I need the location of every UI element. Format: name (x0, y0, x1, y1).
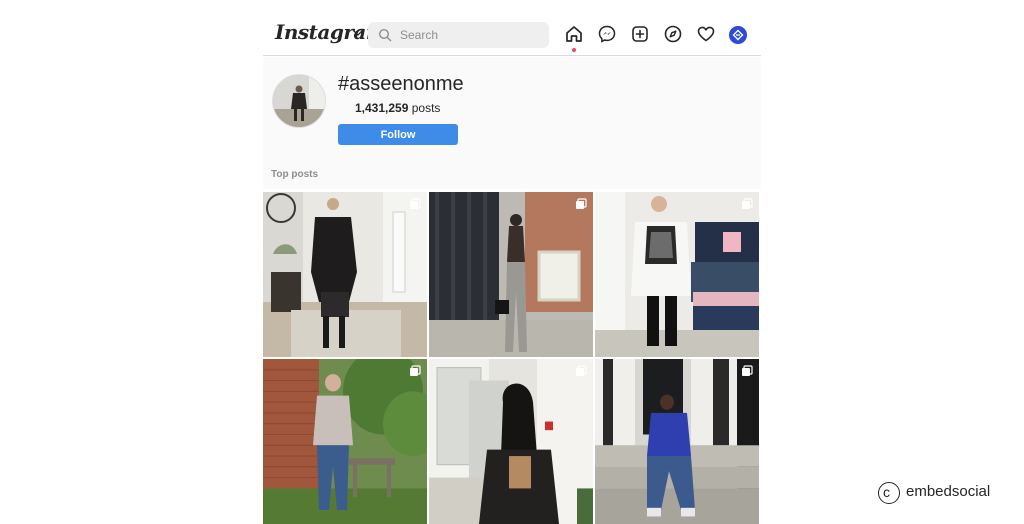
activity-heart-icon[interactable] (696, 24, 716, 44)
post-tile[interactable] (429, 359, 593, 524)
post-image (595, 359, 759, 524)
post-tile[interactable] (429, 192, 593, 357)
brand-name: embedsocial (906, 483, 991, 500)
multiple-photos-icon (742, 365, 753, 376)
post-image (429, 359, 593, 524)
profile-avatar-icon[interactable] (729, 26, 747, 44)
post-count-number: 1,431,259 (355, 101, 409, 115)
search-icon (378, 28, 392, 42)
multiple-photos-icon (576, 198, 587, 209)
top-navigation-bar: Instagram (263, 14, 761, 56)
post-image (429, 192, 593, 357)
hashtag-avatar (272, 74, 326, 128)
hashtag-title: #asseenonme (338, 73, 464, 95)
multiple-photos-icon (410, 198, 421, 209)
search-box[interactable] (368, 22, 549, 48)
top-posts-grid (263, 192, 761, 524)
post-tile[interactable] (595, 192, 759, 357)
follow-button[interactable]: Follow (338, 124, 458, 145)
page: Instagram Search #asseenonme 1,431,259 p… (0, 0, 1024, 524)
hashtag-avatar-image (273, 75, 325, 127)
multiple-photos-icon (742, 198, 753, 209)
multiple-photos-icon (410, 365, 421, 376)
search-input[interactable] (400, 25, 540, 45)
messenger-icon[interactable] (597, 24, 617, 44)
post-count-suffix: posts (408, 101, 441, 115)
post-tile[interactable] (263, 192, 427, 357)
new-post-icon[interactable] (630, 24, 650, 44)
home-icon[interactable] (564, 24, 584, 44)
multiple-photos-icon (576, 365, 587, 376)
post-image (263, 359, 427, 524)
post-count: 1,431,259 posts (355, 101, 440, 115)
post-image (595, 192, 759, 357)
explore-icon[interactable] (663, 24, 683, 44)
hashtag-header: #asseenonme 1,431,259 posts Follow Top p… (263, 57, 761, 189)
post-tile[interactable] (263, 359, 427, 524)
notification-dot (572, 48, 576, 52)
post-tile[interactable] (595, 359, 759, 524)
copyright-symbol: c (883, 484, 890, 500)
post-image (263, 192, 427, 357)
top-posts-label: Top posts (271, 169, 319, 180)
chevron-down-icon[interactable] (353, 28, 363, 38)
copyright-icon: c (878, 482, 900, 504)
